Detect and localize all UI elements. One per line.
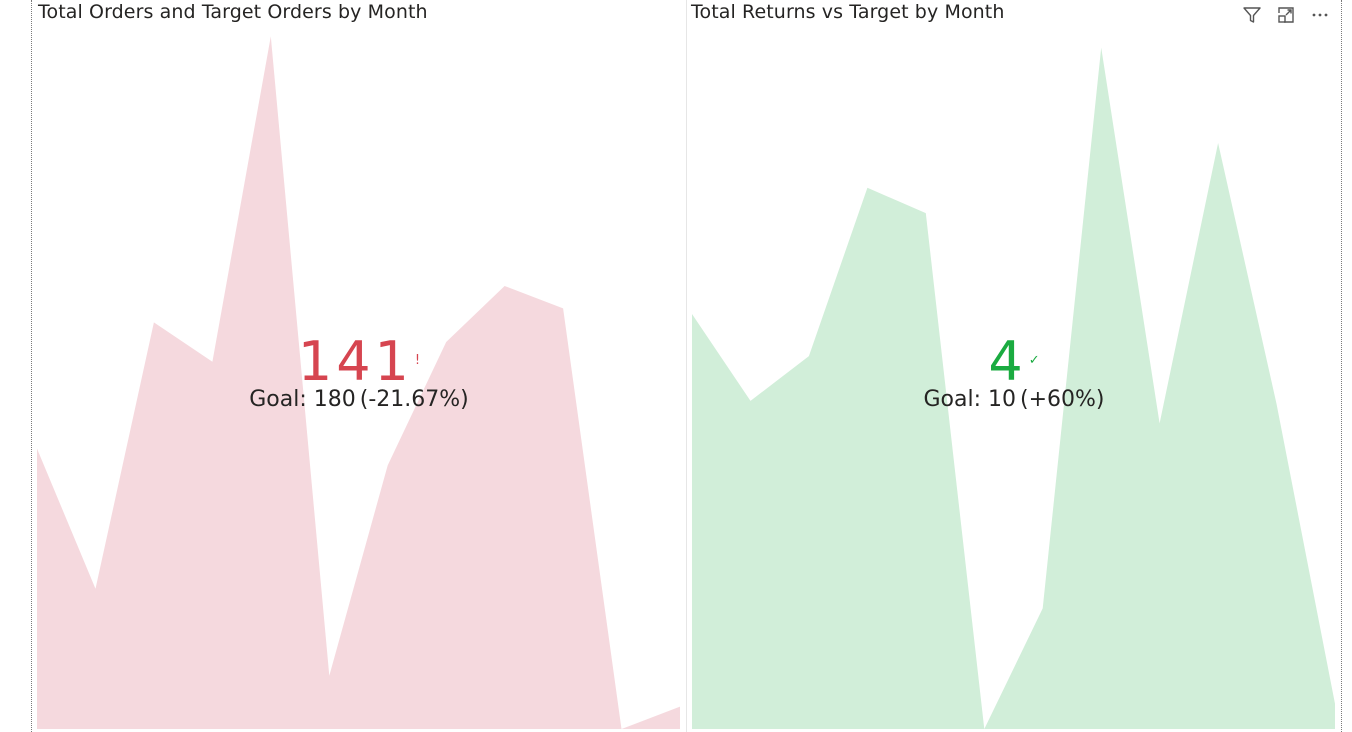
visual-header-toolbar: [1241, 4, 1331, 26]
focus-border-right: [1341, 0, 1342, 732]
more-options-icon[interactable]: [1309, 4, 1331, 26]
filter-icon[interactable]: [1241, 4, 1263, 26]
goal-diff: (-21.67%): [359, 387, 469, 412]
warning-icon: !: [414, 353, 421, 368]
returns-kpi-visual[interactable]: Total Returns vs Target by Month 4 ✓ Goal…: [687, 0, 1341, 732]
visual-title: Total Returns vs Target by Month: [691, 1, 1005, 23]
kpi-value: 4: [988, 330, 1027, 393]
goal-label: Goal: 10: [923, 387, 1016, 412]
visual-title: Total Orders and Target Orders by Month: [38, 1, 428, 23]
goal-label: Goal: 180: [249, 387, 356, 412]
kpi-goal: Goal: 180 (-21.67%): [32, 385, 686, 415]
report-canvas: Total Orders and Target Orders by Month …: [0, 0, 1352, 732]
kpi-goal: Goal: 10 (+60%): [687, 385, 1341, 415]
focus-mode-icon[interactable]: [1275, 4, 1297, 26]
checkmark-icon: ✓: [1028, 353, 1040, 368]
kpi-value-row: 141!: [32, 332, 686, 392]
kpi-value: 141: [297, 330, 413, 393]
kpi-value-row: 4 ✓: [687, 332, 1341, 392]
goal-diff: (+60%): [1020, 387, 1105, 412]
orders-kpi-visual[interactable]: Total Orders and Target Orders by Month …: [32, 0, 686, 732]
